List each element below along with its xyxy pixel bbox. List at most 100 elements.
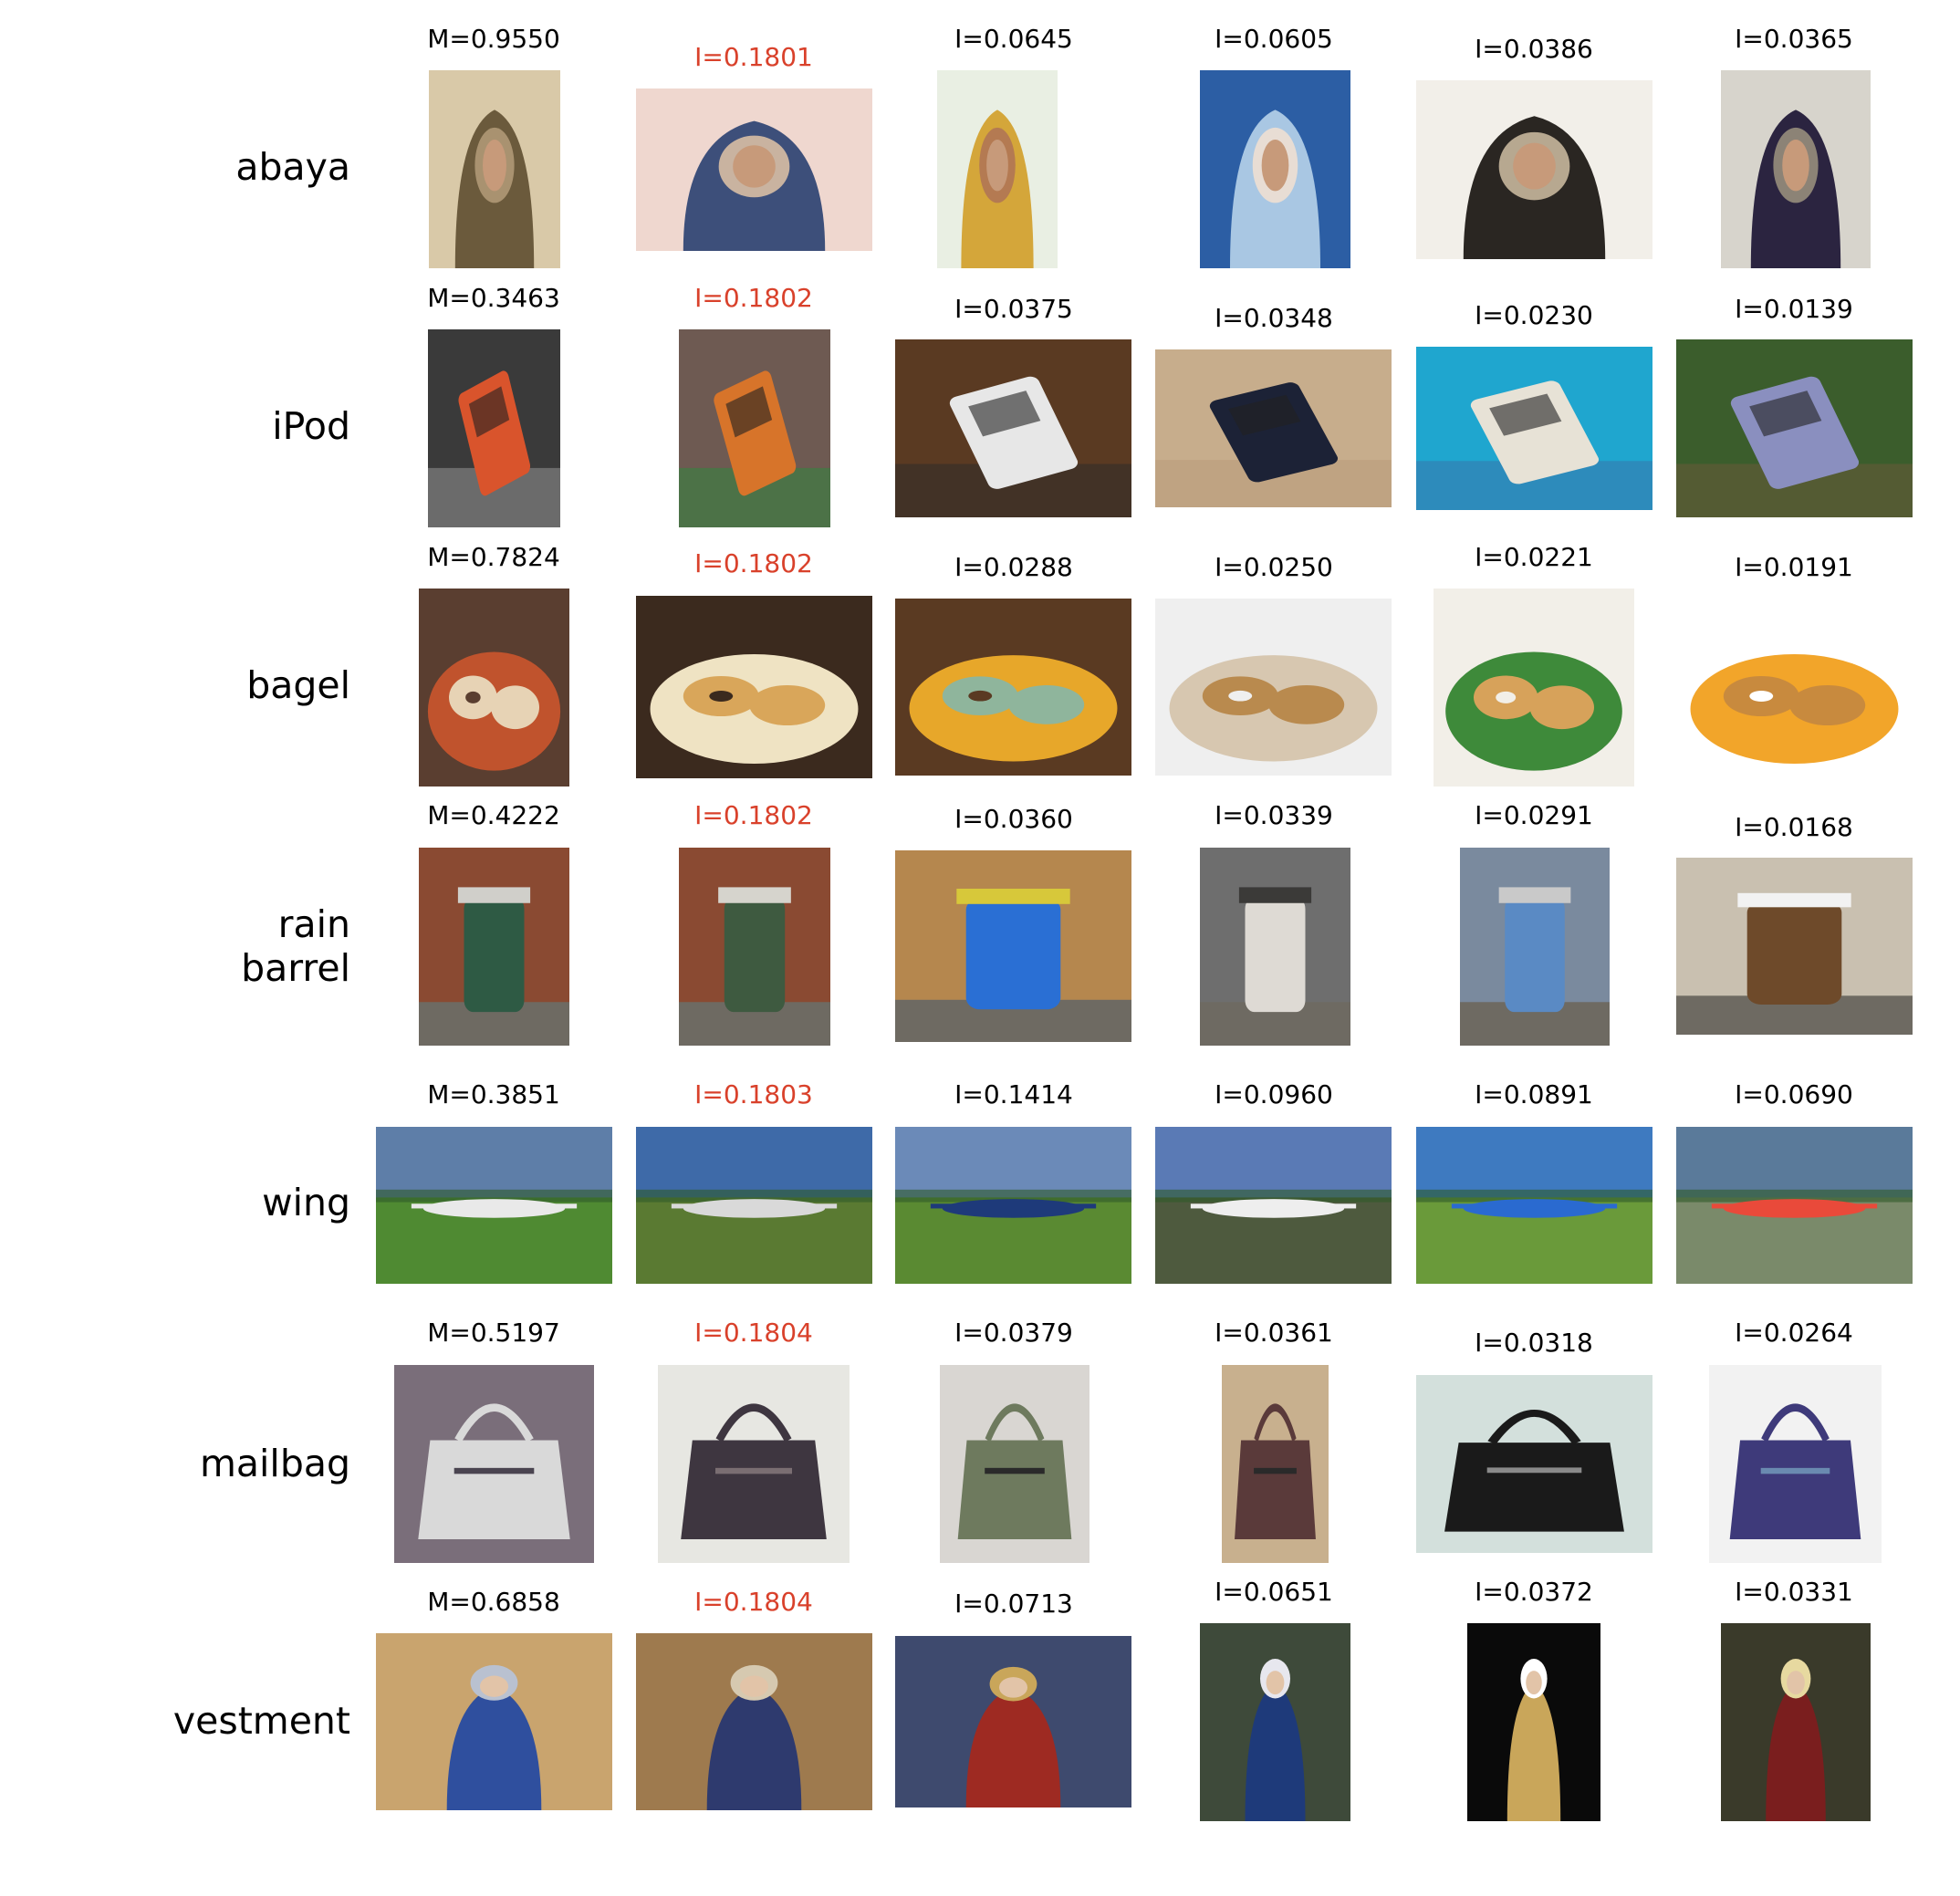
neighbor-image-vestment bbox=[1200, 1623, 1350, 1821]
similarity-score-label: I=0.0250 bbox=[1215, 552, 1333, 582]
row-label-bagel: bagel bbox=[22, 663, 350, 707]
image-grid: abaya M=0.9550 I=0.1801 I=0.0645 I=0.0605 I=0… bbox=[0, 0, 1960, 1896]
similarity-score-label: I=0.1803 bbox=[694, 1079, 813, 1109]
similarity-score-label: I=0.0339 bbox=[1215, 800, 1333, 830]
similarity-score-label: I=0.0360 bbox=[954, 804, 1073, 834]
neighbor-image-wing bbox=[636, 1127, 872, 1284]
neighbor-image-bagel bbox=[636, 596, 872, 778]
similarity-score-label: I=0.0168 bbox=[1735, 812, 1853, 842]
similarity-score-label: I=0.0291 bbox=[1475, 800, 1593, 830]
similarity-score-label: I=0.0264 bbox=[1735, 1318, 1853, 1348]
neighbor-image-wing bbox=[895, 1127, 1131, 1284]
row-label-wing: wing bbox=[22, 1181, 350, 1224]
neighbor-image-bagel bbox=[1676, 596, 1913, 778]
main-score-label: M=0.3851 bbox=[427, 1079, 560, 1109]
neighbor-image-iPod bbox=[895, 339, 1131, 517]
neighbor-image-bagel bbox=[1155, 599, 1392, 776]
row-label-line: mailbag bbox=[199, 1442, 350, 1485]
query-image-abaya bbox=[429, 70, 560, 268]
row-label-iPod: iPod bbox=[22, 404, 350, 448]
row-label-line: iPod bbox=[272, 404, 350, 448]
neighbor-image-rain-barrel bbox=[1200, 848, 1350, 1046]
neighbor-image-iPod bbox=[1155, 349, 1392, 507]
neighbor-image-mailbag bbox=[658, 1365, 850, 1563]
similarity-score-label: I=0.0605 bbox=[1215, 24, 1333, 54]
neighbor-image-abaya bbox=[1416, 80, 1652, 259]
row-label-rain-barrel: rain barrel bbox=[22, 902, 350, 990]
query-image-iPod bbox=[428, 329, 560, 527]
main-score-label: M=0.3463 bbox=[427, 283, 560, 313]
neighbor-image-mailbag bbox=[1416, 1375, 1652, 1553]
main-score-label: M=0.5197 bbox=[427, 1318, 560, 1348]
query-image-vestment bbox=[376, 1633, 612, 1810]
similarity-score-label: I=0.0139 bbox=[1735, 294, 1853, 324]
neighbor-image-rain-barrel bbox=[1676, 858, 1913, 1035]
similarity-score-label: I=0.0318 bbox=[1475, 1328, 1593, 1358]
neighbor-image-mailbag bbox=[940, 1365, 1089, 1563]
main-score-label: M=0.6858 bbox=[427, 1587, 560, 1617]
neighbor-image-bagel bbox=[1434, 589, 1634, 787]
main-score-label: M=0.7824 bbox=[427, 542, 560, 572]
similarity-score-label: I=0.1804 bbox=[694, 1318, 813, 1348]
similarity-score-label: I=0.0348 bbox=[1215, 303, 1333, 333]
neighbor-image-rain-barrel bbox=[679, 848, 830, 1046]
neighbor-image-abaya bbox=[1721, 70, 1871, 268]
similarity-score-label: I=0.0375 bbox=[954, 294, 1073, 324]
row-label-line: wing bbox=[262, 1181, 350, 1224]
query-image-mailbag bbox=[394, 1365, 594, 1563]
similarity-score-label: I=0.1414 bbox=[954, 1079, 1073, 1109]
similarity-score-label: I=0.0645 bbox=[954, 24, 1073, 54]
query-image-bagel bbox=[419, 589, 569, 787]
similarity-score-label: I=0.0713 bbox=[954, 1589, 1073, 1619]
similarity-score-label: I=0.0331 bbox=[1735, 1577, 1853, 1607]
similarity-score-label: I=0.0221 bbox=[1475, 542, 1593, 572]
neighbor-image-bagel bbox=[895, 599, 1131, 776]
similarity-score-label: I=0.0690 bbox=[1735, 1079, 1853, 1109]
neighbor-image-rain-barrel bbox=[1460, 848, 1610, 1046]
neighbor-image-mailbag bbox=[1222, 1365, 1329, 1563]
similarity-score-label: I=0.0651 bbox=[1215, 1577, 1333, 1607]
neighbor-image-wing bbox=[1676, 1127, 1913, 1284]
similarity-score-label: I=0.1802 bbox=[694, 548, 813, 578]
row-label-mailbag: mailbag bbox=[22, 1442, 350, 1485]
similarity-score-label: I=0.0365 bbox=[1735, 24, 1853, 54]
row-label-line: rain bbox=[277, 902, 350, 946]
query-image-wing bbox=[376, 1127, 612, 1284]
query-image-rain-barrel bbox=[419, 848, 569, 1046]
neighbor-image-vestment bbox=[636, 1633, 872, 1810]
similarity-score-label: I=0.0891 bbox=[1475, 1079, 1593, 1109]
similarity-score-label: I=0.0960 bbox=[1215, 1079, 1333, 1109]
neighbor-image-wing bbox=[1155, 1127, 1392, 1284]
neighbor-image-vestment bbox=[1721, 1623, 1871, 1821]
neighbor-image-vestment bbox=[895, 1636, 1131, 1807]
neighbor-image-wing bbox=[1416, 1127, 1652, 1284]
neighbor-image-rain-barrel bbox=[895, 850, 1131, 1042]
neighbor-image-vestment bbox=[1467, 1623, 1600, 1821]
similarity-score-label: I=0.0191 bbox=[1735, 552, 1853, 582]
similarity-score-label: I=0.0379 bbox=[954, 1318, 1073, 1348]
similarity-score-label: I=0.0372 bbox=[1475, 1577, 1593, 1607]
neighbor-image-iPod bbox=[1676, 339, 1913, 517]
row-label-line: abaya bbox=[235, 145, 350, 189]
neighbor-image-mailbag bbox=[1709, 1365, 1882, 1563]
main-score-label: M=0.4222 bbox=[427, 800, 560, 830]
row-label-abaya: abaya bbox=[22, 145, 350, 189]
similarity-score-label: I=0.0288 bbox=[954, 552, 1073, 582]
similarity-score-label: I=0.1802 bbox=[694, 800, 813, 830]
neighbor-image-abaya bbox=[1200, 70, 1350, 268]
similarity-score-label: I=0.0361 bbox=[1215, 1318, 1333, 1348]
neighbor-image-abaya bbox=[937, 70, 1058, 268]
similarity-score-label: I=0.0386 bbox=[1475, 34, 1593, 64]
neighbor-image-iPod bbox=[1416, 347, 1652, 510]
similarity-score-label: I=0.1804 bbox=[694, 1587, 813, 1617]
row-label-line: bagel bbox=[246, 663, 350, 707]
main-score-label: M=0.9550 bbox=[427, 24, 560, 54]
neighbor-image-abaya bbox=[636, 89, 872, 251]
row-label-line: barrel bbox=[241, 946, 350, 990]
row-label-vestment: vestment bbox=[22, 1699, 350, 1743]
similarity-score-label: I=0.0230 bbox=[1475, 300, 1593, 330]
row-label-line: vestment bbox=[172, 1699, 350, 1743]
similarity-score-label: I=0.1801 bbox=[694, 42, 813, 72]
similarity-score-label: I=0.1802 bbox=[694, 283, 813, 313]
neighbor-image-iPod bbox=[679, 329, 830, 527]
